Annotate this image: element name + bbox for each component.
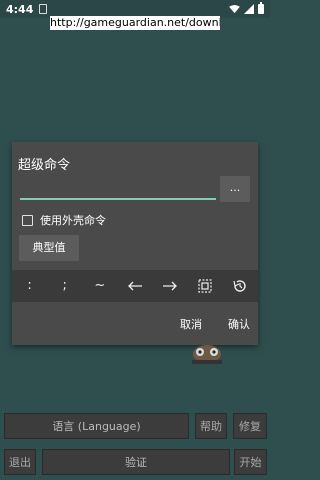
symbol-semicolon-key[interactable]: ; [53,270,77,302]
language-button[interactable]: 语言 (Language) [4,413,189,439]
more-options-button[interactable]: ... [220,176,250,202]
wifi-icon [229,4,240,13]
command-input[interactable] [20,176,216,200]
select-all-icon[interactable] [193,279,217,293]
verify-button[interactable]: 验证 [42,449,230,475]
shell-command-checkbox[interactable] [22,214,33,226]
status-icons [229,2,264,14]
shell-command-label[interactable]: 使用外壳命令 [40,212,106,228]
symbol-tilde-key[interactable]: ~ [88,270,112,302]
cancel-button[interactable]: 取消 [180,316,202,332]
symbol-colon-key[interactable]: : [18,270,42,302]
history-icon[interactable] [228,278,252,294]
symbol-toolbar: : ; ~ [12,270,258,302]
floating-app-icon[interactable] [190,340,224,366]
dialog-title: 超级命令 [18,158,71,173]
status-time: 4:44 [6,2,34,16]
shell-command-option[interactable]: 使用外壳命令 [22,212,106,228]
exit-button[interactable]: 退出 [4,449,36,475]
confirm-button[interactable]: 确认 [228,316,250,332]
start-button[interactable]: 开始 [234,449,267,475]
download-url-banner[interactable]: http://gameguardian.net/download [50,16,220,30]
arrow-right-icon[interactable] [158,281,182,291]
super-command-dialog: 超级命令 ... 使用外壳命令 典型值 : ; ~ 取消 确认 [12,142,258,345]
help-button[interactable]: 帮助 [195,413,227,439]
arrow-left-icon[interactable] [123,281,147,291]
battery-icon [258,2,264,14]
repair-button[interactable]: 修复 [233,413,267,439]
signal-icon [244,4,254,14]
dialog-actions: 取消 确认 [180,316,250,332]
sim-card-icon [39,4,48,14]
typical-values-button[interactable]: 典型值 [19,235,79,261]
